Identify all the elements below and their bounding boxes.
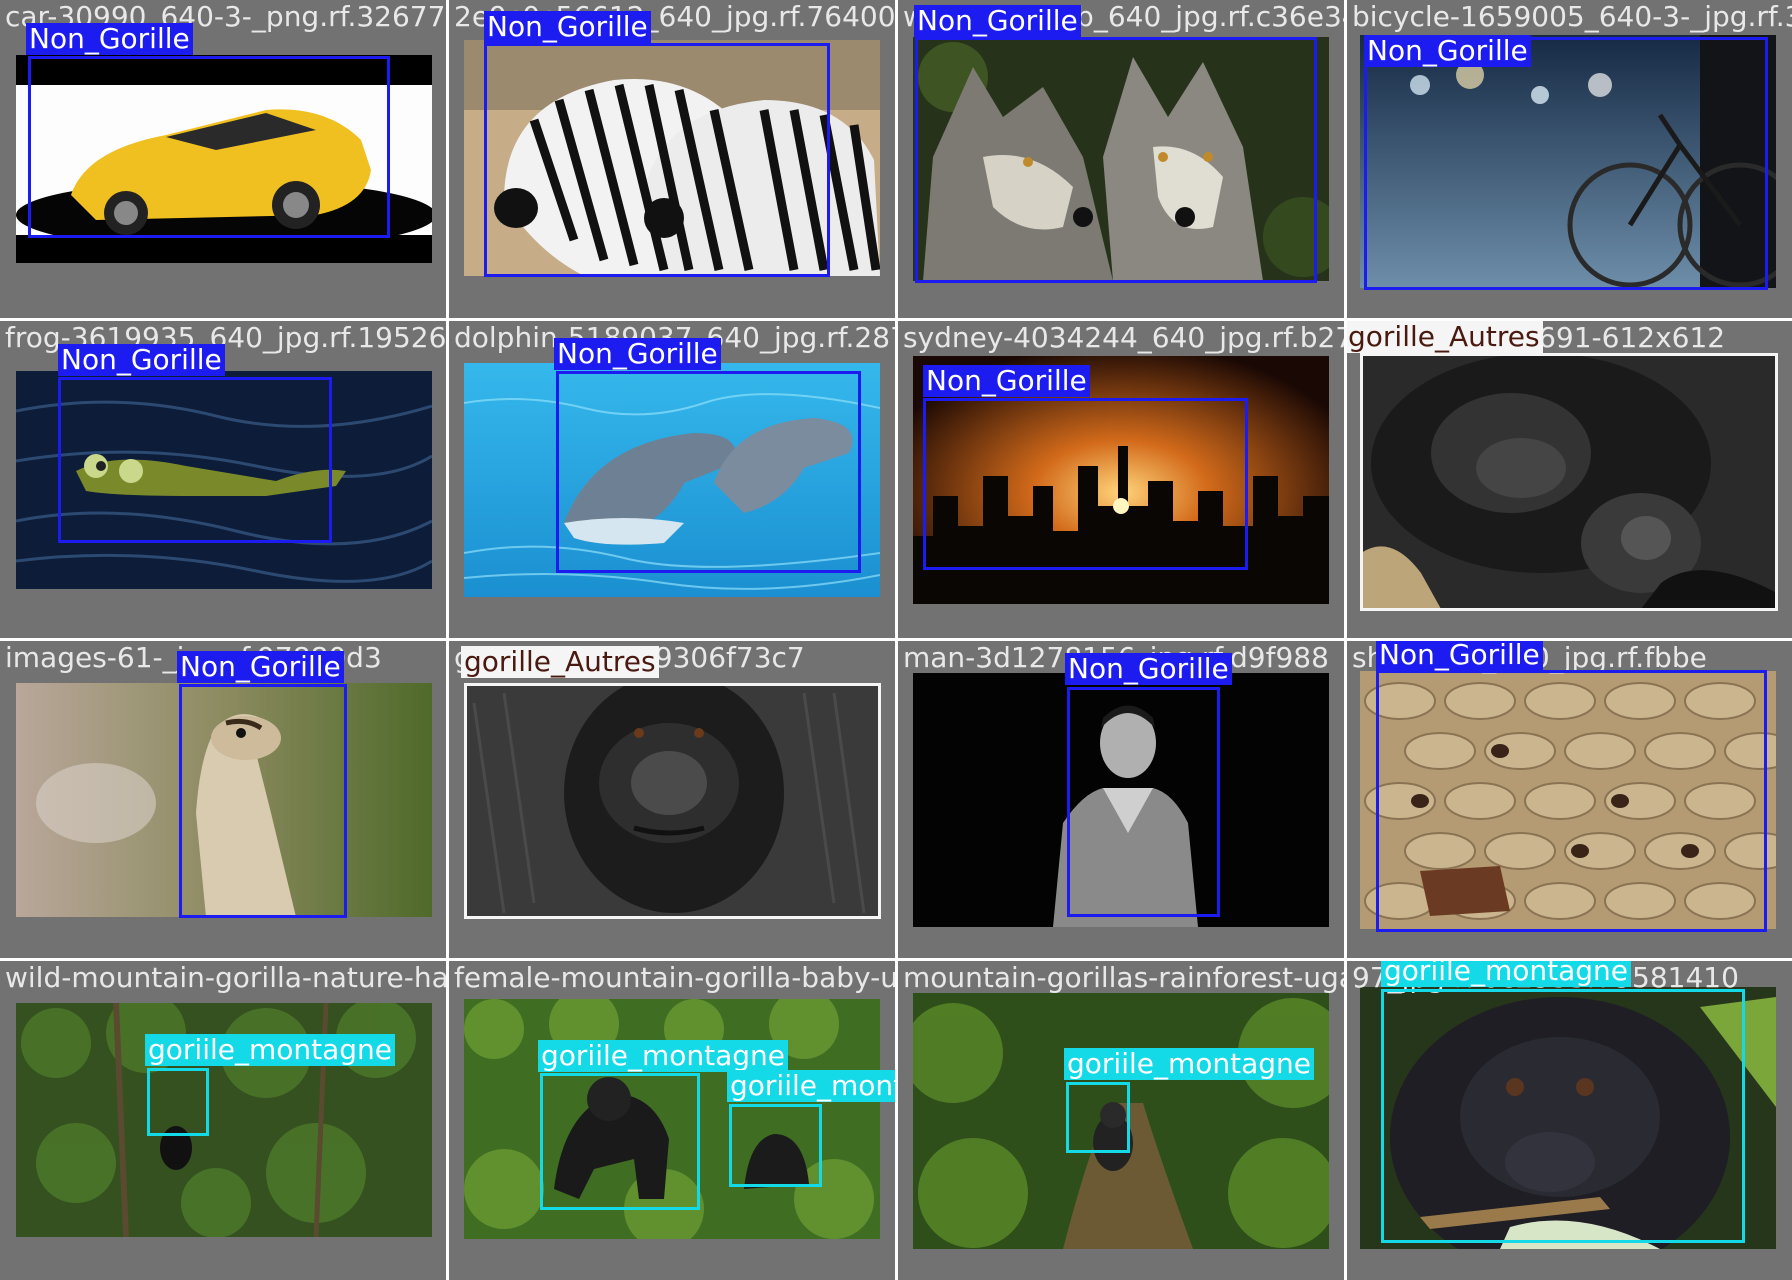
tile-wolves: wolf-2d23b5b_640_jpg.rf.c36e34b Non_Gori… [898, 0, 1344, 318]
tile-gorilla-closeup: 97_jpg.rf.0c2955f79581410 goriile_montag… [1347, 961, 1792, 1280]
detection-box [1376, 670, 1767, 932]
detection-label: goriile_montagne [1064, 1048, 1315, 1080]
tile-filename: wild-mountain-gorilla-nature-habitat-600 [5, 961, 446, 994]
detection-label: Non_Gorille [1065, 653, 1232, 685]
tile-filename: bicycle-1659005_640-3-_jpg.rf.3 [1352, 0, 1792, 33]
tile-female-gorilla: female-mountain-gorilla-baby-uganda-800 … [449, 961, 895, 1280]
detection-label: Non_Gorille [484, 11, 651, 43]
tile-meerkat: images-61-_jpg.rf.97880d3 Non_Gorille [0, 641, 446, 958]
detection-label: goriile_montagne [538, 1040, 789, 1072]
detection-box [915, 37, 1317, 283]
tile-gorilla-mother: gorilla-38694691-612x612 gorille_Autres [1347, 321, 1792, 638]
detection-box [556, 371, 861, 573]
detection-box [1066, 1082, 1130, 1153]
tile-dolphin: dolphin-5189037_640_jpg.rf.287 Non_Goril… [449, 321, 895, 638]
detection-box [923, 398, 1248, 570]
tile-man: man-3d1278156_jpg.rf.d9f988 Non_Gorille [898, 641, 1344, 958]
detection-box [1364, 37, 1768, 290]
detection-box [179, 684, 347, 918]
detection-box [484, 43, 830, 277]
detection-label: Non_Gorille [1376, 641, 1543, 671]
tile-filename: mountain-gorillas-rainforest-uganda [903, 961, 1344, 994]
tile-wild-gorilla: wild-mountain-gorilla-nature-habitat-600… [0, 961, 446, 1280]
detection-label: Non_Gorille [923, 365, 1090, 397]
detection-box [1381, 989, 1745, 1243]
detection-label: goriile_montagne [1381, 961, 1632, 987]
detection-label: Non_Gorille [1364, 35, 1531, 67]
detection-label: Non_Gorille [554, 338, 721, 370]
tile-sheep: sheep-78_640_jpg.rf.fbbe Non_Gorille [1347, 641, 1792, 958]
detection-box [28, 56, 390, 238]
tile-zebra: 2e9c0c56612_640_jpg.rf.764002 Non_Gorill… [449, 0, 895, 318]
detection-label: Non_Gorille [177, 651, 344, 683]
detection-label: Non_Gorille [58, 344, 225, 376]
detection-box [1360, 353, 1778, 611]
detection-box [147, 1068, 209, 1136]
detection-label: gorille_Autres [461, 646, 659, 678]
tile-filename: female-mountain-gorilla-baby-uganda-800 [454, 961, 895, 994]
detection-label: Non_Gorille [914, 5, 1081, 37]
tile-gorilla-face: gorilla-99c4ba9306f73c7 gorille_Autres [449, 641, 895, 958]
detection-box [729, 1104, 822, 1187]
detection-label: goriile_montagne [145, 1034, 396, 1066]
detection-label: Non_Gorille [26, 23, 193, 55]
detection-box [464, 683, 881, 919]
tile-car: car-30990_640-3-_png.rf.3267702 Non_Gori… [0, 0, 446, 318]
tile-filename: sydney-4034244_640_jpg.rf.b276 [903, 321, 1344, 354]
detection-label: goriile_montagne [727, 1070, 895, 1102]
detection-box [58, 377, 332, 543]
tile-rainforest: mountain-gorillas-rainforest-uganda gori… [898, 961, 1344, 1280]
detection-mosaic: car-30990_640-3-_png.rf.3267702 Non_Gori… [0, 0, 1792, 1280]
tile-sydney: sydney-4034244_640_jpg.rf.b276 Non_Goril… [898, 321, 1344, 638]
tile-frog: frog-3619935_640_jpg.rf.19526fa Non_Gori… [0, 321, 446, 638]
tile-bicycle: bicycle-1659005_640-3-_jpg.rf.3 Non_Gori… [1347, 0, 1792, 318]
detection-box [1067, 687, 1220, 917]
detection-label: gorille_Autres [1347, 321, 1543, 353]
detection-box [540, 1073, 700, 1210]
